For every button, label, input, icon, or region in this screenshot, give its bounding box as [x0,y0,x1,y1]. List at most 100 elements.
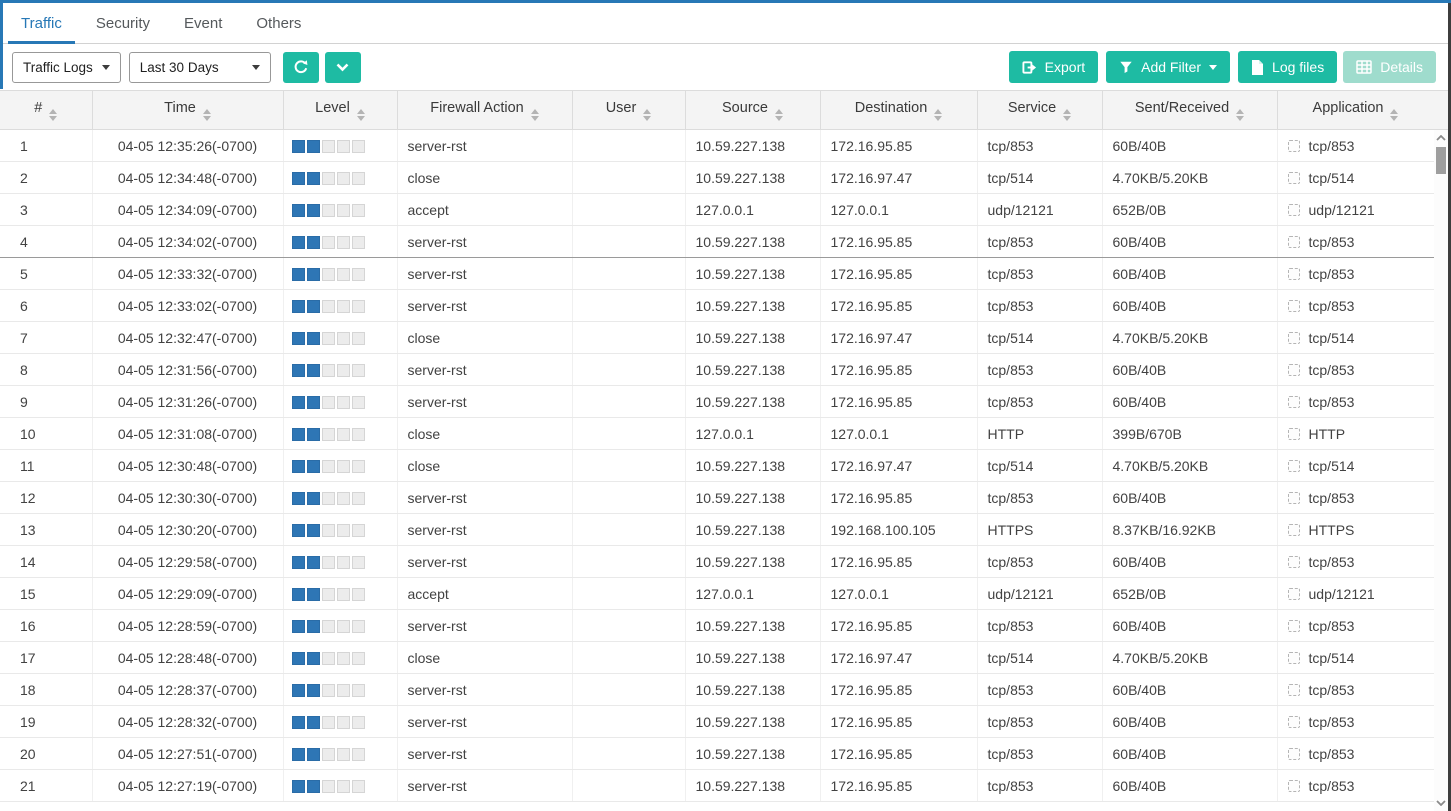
service-cell: tcp/853 [977,610,1102,642]
service-cell: tcp/853 [977,546,1102,578]
level-cell [283,546,397,578]
column-header-label: Level [315,100,350,116]
service-cell: udp/12121 [977,194,1102,226]
table-row[interactable]: 14 04-05 12:29:58(-0700) server-rst 10.5… [0,546,1434,578]
service-cell: tcp/853 [977,258,1102,290]
level-indicator [292,332,365,345]
level-cell [283,450,397,482]
scroll-up-arrow[interactable] [1434,130,1448,146]
firewall-action-cell: close [397,418,572,450]
details-button[interactable]: Details [1343,51,1436,83]
firewall-action-cell: server-rst [397,770,572,802]
table-row[interactable]: 6 04-05 12:33:02(-0700) server-rst 10.59… [0,290,1434,322]
scrollbar-thumb[interactable] [1436,147,1446,174]
tab-others[interactable]: Others [239,3,318,43]
toolbar: Traffic Logs Last 30 Days Export [0,44,1448,90]
user-cell [572,450,685,482]
level-cell [283,386,397,418]
destination-cell: 172.16.95.85 [820,226,977,258]
export-button[interactable]: Export [1009,51,1098,83]
sort-icon [203,109,211,121]
application-label: tcp/853 [1309,618,1355,634]
tab-label: Event [184,15,222,32]
table-row[interactable]: 15 04-05 12:29:09(-0700) accept 127.0.0.… [0,578,1434,610]
add-filter-button[interactable]: Add Filter [1106,51,1230,83]
sort-icon [775,109,783,121]
table-row[interactable]: 9 04-05 12:31:26(-0700) server-rst 10.59… [0,386,1434,418]
table-row[interactable]: 4 04-05 12:34:02(-0700) server-rst 10.59… [0,226,1434,258]
level-cell [283,194,397,226]
sent-received-cell: 4.70KB/5.20KB [1102,162,1277,194]
column-header-col[interactable]: # [0,91,92,130]
tab-security[interactable]: Security [79,3,167,43]
application-placeholder-icon [1288,300,1300,312]
table-row[interactable]: 5 04-05 12:33:32(-0700) server-rst 10.59… [0,258,1434,290]
application-placeholder-icon [1288,684,1300,696]
table-row[interactable]: 7 04-05 12:32:47(-0700) close 10.59.227.… [0,322,1434,354]
user-cell [572,642,685,674]
column-header-sent-received[interactable]: Sent/Received [1102,91,1277,130]
time-cell: 04-05 12:31:08(-0700) [92,418,283,450]
destination-cell: 172.16.95.85 [820,290,977,322]
table-row[interactable]: 21 04-05 12:27:19(-0700) server-rst 10.5… [0,770,1434,802]
table-row[interactable]: 11 04-05 12:30:48(-0700) close 10.59.227… [0,450,1434,482]
firewall-action-cell: close [397,162,572,194]
application-label: tcp/853 [1309,362,1355,378]
application-label: udp/12121 [1309,202,1375,218]
tab-event[interactable]: Event [167,3,239,43]
firewall-action-cell: close [397,322,572,354]
toolbar-expand-button[interactable] [325,52,361,83]
time-cell: 04-05 12:33:02(-0700) [92,290,283,322]
log-files-button[interactable]: Log files [1238,51,1337,83]
vertical-scrollbar[interactable] [1434,130,1448,811]
level-indicator [292,268,365,281]
table-row[interactable]: 18 04-05 12:28:37(-0700) server-rst 10.5… [0,674,1434,706]
time-cell: 04-05 12:34:48(-0700) [92,162,283,194]
level-indicator [292,556,365,569]
firewall-action-cell: server-rst [397,130,572,162]
application-cell: tcp/853 [1277,258,1434,290]
sent-received-cell: 60B/40B [1102,482,1277,514]
time-range-dropdown[interactable]: Last 30 Days [129,52,271,83]
table-row[interactable]: 1 04-05 12:35:26(-0700) server-rst 10.59… [0,130,1434,162]
application-placeholder-icon [1288,236,1300,248]
table-row[interactable]: 17 04-05 12:28:48(-0700) close 10.59.227… [0,642,1434,674]
scroll-down-arrow[interactable] [1434,795,1448,811]
service-cell: HTTPS [977,514,1102,546]
row-number-cell: 12 [0,482,92,514]
table-row[interactable]: 8 04-05 12:31:56(-0700) server-rst 10.59… [0,354,1434,386]
table-row[interactable]: 13 04-05 12:30:20(-0700) server-rst 10.5… [0,514,1434,546]
table-row[interactable]: 10 04-05 12:31:08(-0700) close 127.0.0.1… [0,418,1434,450]
column-header-firewall-action[interactable]: Firewall Action [397,91,572,130]
column-header-application[interactable]: Application [1277,91,1434,130]
firewall-action-cell: close [397,450,572,482]
application-label: tcp/853 [1309,234,1355,250]
time-cell: 04-05 12:28:32(-0700) [92,706,283,738]
user-cell [572,354,685,386]
application-cell: tcp/853 [1277,706,1434,738]
firewall-action-cell: server-rst [397,610,572,642]
table-row[interactable]: 12 04-05 12:30:30(-0700) server-rst 10.5… [0,482,1434,514]
column-header-user[interactable]: User [572,91,685,130]
level-indicator [292,364,365,377]
level-indicator [292,428,365,441]
column-header-source[interactable]: Source [685,91,820,130]
tab-traffic[interactable]: Traffic [4,3,79,43]
table-row[interactable]: 3 04-05 12:34:09(-0700) accept 127.0.0.1… [0,194,1434,226]
refresh-button[interactable] [283,52,319,83]
log-type-dropdown[interactable]: Traffic Logs [12,52,121,83]
table-row[interactable]: 19 04-05 12:28:32(-0700) server-rst 10.5… [0,706,1434,738]
source-cell: 10.59.227.138 [685,610,820,642]
column-header-service[interactable]: Service [977,91,1102,130]
table-row[interactable]: 20 04-05 12:27:51(-0700) server-rst 10.5… [0,738,1434,770]
table-row[interactable]: 2 04-05 12:34:48(-0700) close 10.59.227.… [0,162,1434,194]
column-header-label: Source [722,100,768,116]
firewall-action-cell: server-rst [397,514,572,546]
time-cell: 04-05 12:35:26(-0700) [92,130,283,162]
table-row[interactable]: 16 04-05 12:28:59(-0700) server-rst 10.5… [0,610,1434,642]
level-cell [283,642,397,674]
column-header-destination[interactable]: Destination [820,91,977,130]
column-header-time[interactable]: Time [92,91,283,130]
column-header-level[interactable]: Level [283,91,397,130]
user-cell [572,386,685,418]
